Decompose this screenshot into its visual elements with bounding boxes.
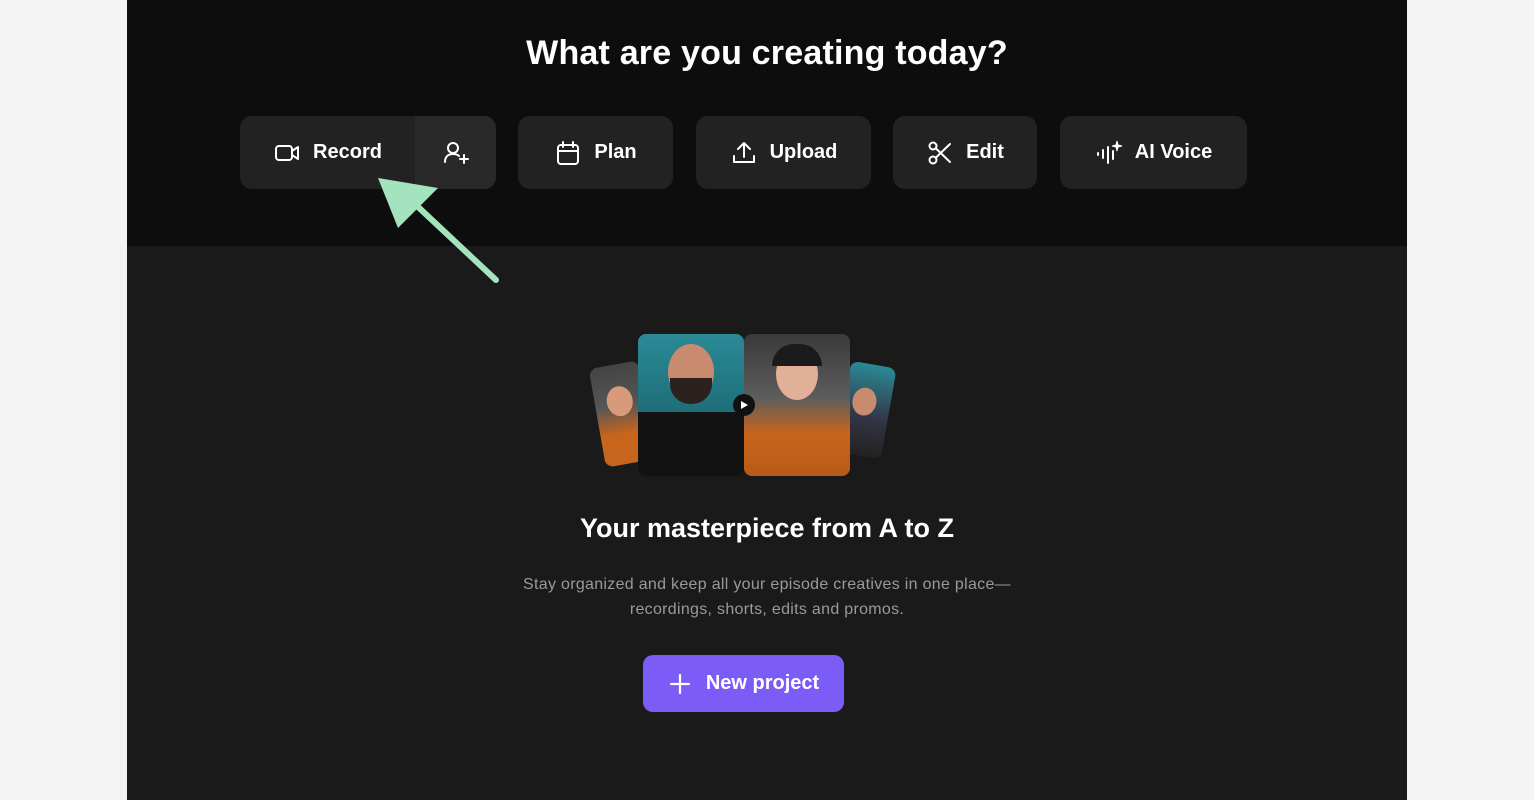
invite-guest-button[interactable] [415, 116, 496, 189]
video-thumbnail [638, 334, 744, 476]
upload-icon [730, 139, 758, 167]
new-project-button[interactable]: New project [643, 655, 844, 712]
scissors-icon [926, 139, 954, 167]
upload-label: Upload [769, 141, 838, 163]
page-title: What are you creating today? [526, 34, 1008, 72]
description-line-2: recordings, shorts, edits and promos. [629, 601, 905, 618]
sample-videos-illustration [588, 334, 897, 479]
plus-icon [668, 672, 692, 696]
record-label: Record [313, 141, 382, 163]
ai-voice-waveform-icon [1095, 139, 1123, 167]
edit-button[interactable]: Edit [893, 116, 1037, 189]
plan-label: Plan [594, 141, 637, 163]
empty-state-title: Your masterpiece from A to Z [579, 513, 955, 543]
description-line-1: Stay organized and keep all your episode… [523, 576, 1011, 593]
create-actions: Record Plan Upload Edit AI Voice [127, 116, 1407, 189]
record-button-group: Record [240, 116, 496, 189]
video-thumbnail [744, 334, 850, 476]
record-button[interactable]: Record [240, 116, 415, 189]
new-project-label: New project [705, 672, 820, 694]
ai-voice-button[interactable]: AI Voice [1060, 116, 1247, 189]
edit-label: Edit [966, 141, 1004, 163]
upload-button[interactable]: Upload [696, 116, 871, 189]
app-window: What are you creating today? Record Plan… [127, 0, 1407, 800]
ai-voice-label: AI Voice [1134, 141, 1213, 163]
empty-state-description: Stay organized and keep all your episode… [457, 572, 1077, 622]
add-person-icon [443, 141, 469, 164]
play-icon [733, 394, 755, 416]
plan-button[interactable]: Plan [518, 116, 673, 189]
calendar-icon [554, 139, 582, 167]
video-camera-icon [273, 139, 301, 167]
